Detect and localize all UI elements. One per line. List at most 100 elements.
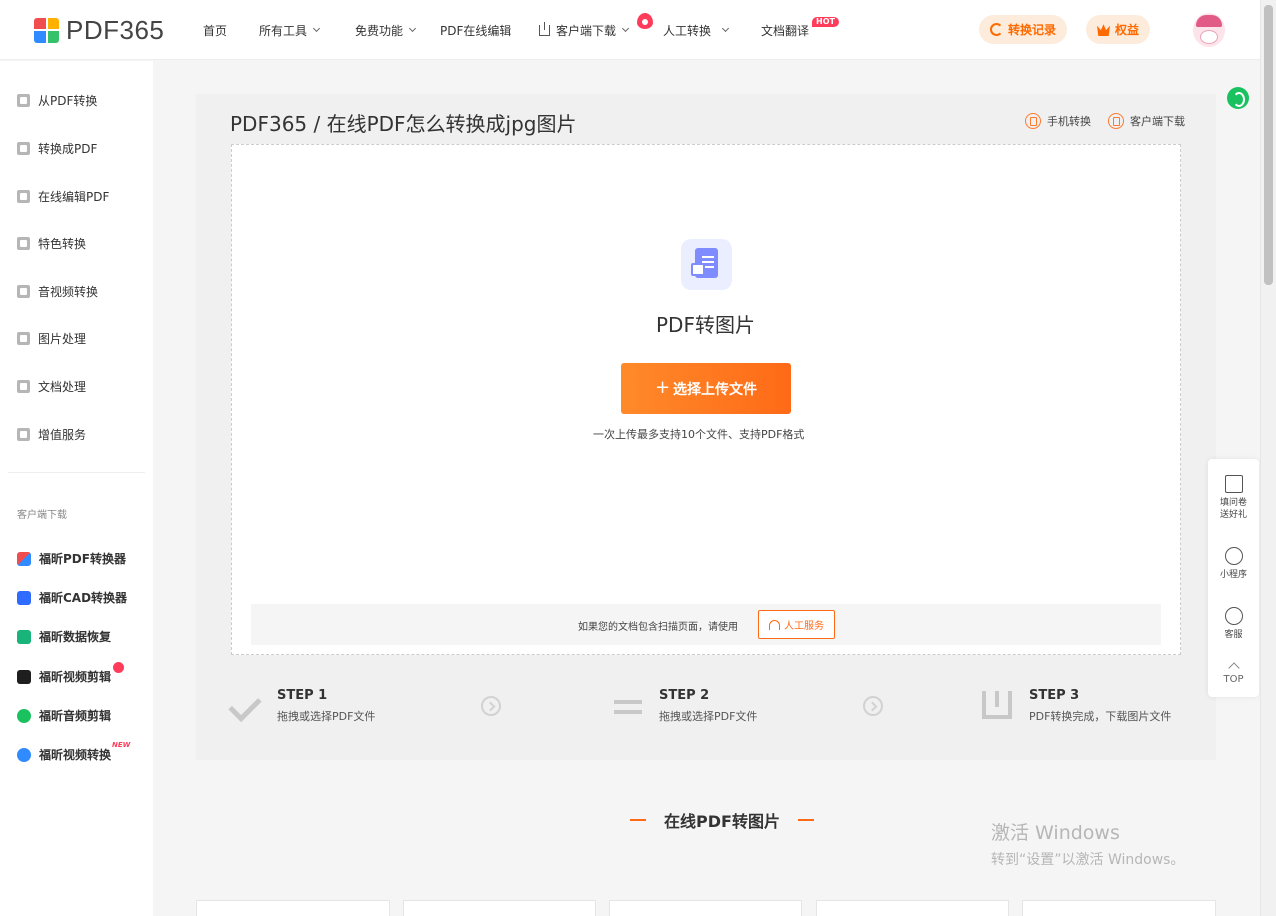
sidebar-item-label: 音视频转换 [38, 285, 99, 299]
app-label: 福昕CAD转换器 [39, 591, 128, 605]
upload-file-label: 选择上传文件 [673, 381, 758, 398]
check-icon [231, 697, 261, 719]
nav-client-download-label: 客户端下载 [556, 24, 617, 38]
app-label: 福昕数据恢复 [39, 630, 112, 644]
special-convert-icon [17, 237, 30, 250]
phone-icon [1025, 113, 1041, 129]
nav-manual-convert-label: 人工转换 [663, 24, 712, 38]
arrow-right-icon [863, 696, 883, 716]
floating-toolbar: 填问卷 送好礼 小程序 客服 TOP [1208, 459, 1259, 697]
back-to-top-button[interactable]: TOP [1208, 662, 1259, 686]
sidebar-item-label: 增值服务 [38, 428, 87, 442]
sidebar-item-doc-process[interactable]: 文档处理 [17, 378, 86, 395]
from-pdf-icon [17, 94, 30, 107]
conversion-history-button[interactable]: 转换记录 [979, 15, 1068, 44]
app-data-recovery[interactable]: 福昕数据恢复 [17, 628, 111, 645]
app-video-editor[interactable]: 福昕视频剪辑 [17, 668, 111, 685]
survey-button[interactable]: 填问卷 送好礼 [1208, 475, 1259, 521]
step-desc: 拖拽或选择PDF文件 [659, 710, 758, 723]
customer-service-label: 客服 [1224, 630, 1243, 640]
new-badge: NEW [112, 741, 131, 749]
feature-card[interactable] [609, 900, 802, 916]
app-audio-editor[interactable]: 福昕音频剪辑 [17, 707, 111, 724]
client-download-link[interactable]: 客户端下载 [1108, 113, 1185, 129]
av-convert-icon [17, 285, 30, 298]
hot-badge: HOT [812, 17, 839, 27]
feature-card[interactable] [816, 900, 1009, 916]
sidebar-item-image-process[interactable]: 图片处理 [17, 330, 86, 347]
page-scrollbar[interactable] [1260, 0, 1276, 916]
customer-service-button[interactable]: 客服 [1208, 607, 1259, 641]
audio-editor-icon [17, 708, 31, 723]
sidebar-item-value-service[interactable]: 增值服务 [17, 426, 86, 443]
nav-pdf-online-edit[interactable]: PDF在线编辑 [440, 22, 511, 39]
mini-program-button[interactable]: 小程序 [1208, 547, 1259, 581]
conversion-history-label: 转换记录 [1008, 23, 1057, 37]
plus-icon: + [654, 377, 671, 398]
title-dash [630, 819, 646, 821]
tool-name: PDF转图片 [656, 313, 755, 337]
app-video-converter[interactable]: 福昕视频转换 [17, 746, 111, 763]
app-label: 福昕视频转换 [39, 748, 112, 762]
title-dash [797, 819, 814, 821]
benefits-button[interactable]: 权益 [1086, 15, 1151, 44]
sidebar-item-edit-pdf[interactable]: 在线编辑PDF [17, 188, 109, 205]
feature-card[interactable] [1022, 900, 1216, 916]
nav-manual-convert[interactable]: 人工转换 [663, 22, 730, 39]
section-title: 在线PDF转图片 [612, 808, 832, 832]
client-download-heading: 客户端下载 [17, 510, 67, 521]
feature-card[interactable] [196, 900, 390, 916]
survey-label-1: 填问卷 [1219, 498, 1247, 508]
nav-doc-translate[interactable]: 文档翻译 [761, 22, 809, 39]
section-title-label: 在线PDF转图片 [664, 812, 780, 831]
app-cad-converter[interactable]: 福昕CAD转换器 [17, 589, 127, 606]
page-title: PDF365 / 在线PDF怎么转换成jpg图片 [230, 112, 577, 136]
logo-icon [34, 17, 59, 43]
step-2: STEP 2 拖拽或选择PDF文件 [659, 688, 757, 724]
edit-pdf-icon [17, 190, 30, 203]
sidebar-item-label: 在线编辑PDF [38, 190, 110, 204]
manual-service-button[interactable]: 人工服务 [758, 610, 835, 639]
wechat-icon[interactable] [1227, 87, 1249, 109]
sidebar-item-special-convert[interactable]: 特色转换 [17, 235, 86, 252]
feature-card[interactable] [403, 900, 596, 916]
client-download-label: 客户端下载 [1130, 115, 1185, 128]
nav-all-tools[interactable]: 所有工具 [259, 22, 321, 39]
sidebar-item-label: 转换成PDF [38, 142, 98, 156]
chevron-down-icon [408, 24, 417, 33]
pdf-to-image-icon [681, 239, 732, 290]
nav-free-features[interactable]: 免费功能 [355, 22, 417, 39]
pdf365-logo[interactable]: PDF365 [34, 15, 164, 45]
sidebar-item-to-pdf[interactable]: 转换成PDF [17, 140, 97, 157]
step-desc: 拖拽或选择PDF文件 [277, 710, 376, 723]
mini-program-label: 小程序 [1219, 570, 1247, 580]
step-title: STEP 3 [1029, 688, 1080, 703]
mobile-convert-link[interactable]: 手机转换 [1025, 113, 1091, 129]
chevron-down-icon [721, 24, 730, 33]
upload-file-button[interactable]: + 选择上传文件 [621, 363, 791, 414]
survey-icon [1224, 475, 1243, 493]
scan-notice-text: 如果您的文档包含扫描页面，请使用 [578, 622, 738, 633]
user-avatar[interactable] [1193, 13, 1225, 47]
manual-service-label: 人工服务 [784, 621, 824, 632]
app-label: 福昕音频剪辑 [39, 709, 112, 723]
sidebar-item-av-convert[interactable]: 音视频转换 [17, 283, 98, 300]
sidebar-item-label: 图片处理 [38, 332, 87, 346]
sidebar-item-from-pdf[interactable]: 从PDF转换 [17, 92, 97, 109]
sidebar-item-label: 特色转换 [38, 237, 87, 251]
nav-pdf-online-edit-label: PDF在线编辑 [440, 24, 512, 38]
scrollbar-thumb[interactable] [1264, 5, 1273, 285]
watermark-line1: 激活 Windows [991, 822, 1120, 844]
refresh-icon [990, 23, 1003, 36]
mobile-convert-label: 手机转换 [1047, 115, 1091, 128]
sidebar: 从PDF转换 转换成PDF 在线编辑PDF 特色转换 音视频转换 图片处理 文档… [0, 61, 153, 916]
nav-client-download[interactable]: 客户端下载 [539, 22, 630, 39]
windows-activation-watermark: 激活 Windows 转到“设置”以激活 Windows。 [991, 818, 1184, 869]
nav-all-tools-label: 所有工具 [259, 24, 308, 38]
step-1: STEP 1 拖拽或选择PDF文件 [277, 688, 375, 724]
app-pdf-converter[interactable]: 福昕PDF转换器 [17, 550, 126, 567]
watermark-line2: 转到“设置”以激活 Windows。 [991, 852, 1185, 868]
client-icon [1108, 113, 1124, 129]
cad-converter-icon [17, 590, 31, 605]
nav-home[interactable]: 首页 [203, 22, 227, 39]
